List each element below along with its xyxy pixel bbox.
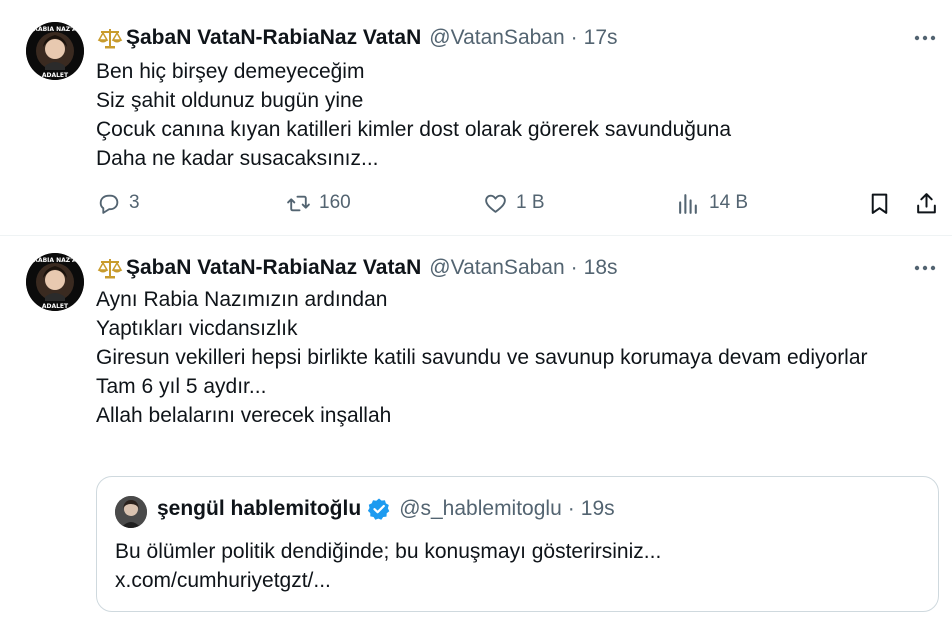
tweet-header: ŞabaN VataN-RabiaNaz VataN @VatanSaban ·… [96,24,922,52]
retweet-button[interactable]: 160 [286,186,351,220]
svg-text:ADALET: ADALET [42,303,69,310]
avatar[interactable] [115,496,147,528]
quoted-tweet-text: Bu ölümler politik dendiğinde; bu konuşm… [115,537,918,595]
bookmark-button[interactable] [867,186,892,220]
user-handle[interactable]: @s_hablemitoglu [399,497,562,521]
tweet-text-line: Aynı Rabia Nazımızın ardından [96,288,388,311]
display-name[interactable]: şengül hablemitoğlu [157,497,361,521]
avatar[interactable]: RABIA NAZ'A ADALET [26,253,84,311]
svg-text:RABIA NAZ'A: RABIA NAZ'A [33,26,77,33]
separator-dot: · [567,497,575,520]
quoted-tweet[interactable]: şengül hablemitoğlu @s_hablemitoglu · 19… [96,476,939,612]
quoted-tweet-line: Bu ölümler politik dendiğinde; bu konuşm… [115,540,662,563]
tweet-text-line: Tam 6 yıl 5 aydır... [96,375,267,398]
svg-text:RABIA NAZ'A: RABIA NAZ'A [33,257,77,264]
tweet[interactable]: RABIA NAZ'A ADALET ŞabaN VataN-RabiaNaz … [0,0,952,236]
share-button[interactable] [914,186,939,220]
views-bar-chart-icon [679,193,697,214]
view-count: 14 B [709,192,749,213]
retweet-count: 160 [319,192,351,213]
reply-count: 3 [129,192,140,213]
scales-of-justice-icon [97,259,123,279]
reply-bubble-icon [99,194,119,214]
share-upload-icon [917,192,936,213]
verified-badge-icon [368,498,390,520]
tweet-text-line: Çocuk canına kıyan katilleri kimler dost… [96,118,731,141]
display-name[interactable]: ŞabaN VataN-RabiaNaz VataN [126,26,421,50]
user-handle[interactable]: @VatanSaban [429,256,564,280]
like-button[interactable]: 1 B [483,186,545,220]
tweet-text-line: Siz şahit oldunuz bugün yine [96,89,364,112]
tweet-text: Aynı Rabia Nazımızın ardından Yaptıkları… [96,285,872,430]
timestamp[interactable]: 18s [584,256,618,280]
quoted-tweet-link[interactable]: x.com/cumhuriyetgzt/... [115,566,918,595]
tweet-text-line: Allah belalarını verecek inşallah [96,404,392,427]
svg-text:ADALET: ADALET [42,72,69,79]
tweet-header: ŞabaN VataN-RabiaNaz VataN @VatanSaban ·… [96,254,922,282]
bookmark-icon [871,193,888,214]
more-options-icon[interactable] [912,25,938,51]
retweet-icon [287,195,310,211]
timeline-feed: RABIA NAZ'A ADALET ŞabaN VataN-RabiaNaz … [0,0,952,634]
reply-button[interactable]: 3 [96,186,140,220]
tweet-text-line: Giresun vekilleri hepsi birlikte katili … [96,346,868,369]
tweet-text: Ben hiç birşey demeyeceğim Siz şahit old… [96,57,922,173]
timestamp[interactable]: 17s [584,26,618,50]
tweet-actions: 3 160 1 B 14 B [96,186,938,220]
separator-dot: · [570,26,578,49]
scales-of-justice-icon [97,29,123,49]
views-button[interactable]: 14 B [676,186,748,220]
tweet-text-line: Ben hiç birşey demeyeceğim [96,60,365,83]
more-options-icon[interactable] [912,255,938,281]
quoted-tweet-header: şengül hablemitoğlu @s_hablemitoglu · 19… [157,497,615,521]
tweet-text-line: Yaptıkları vicdansızlık [96,317,298,340]
like-count: 1 B [516,192,545,213]
separator-dot: · [570,256,578,279]
user-handle[interactable]: @VatanSaban [429,26,564,50]
tweet-text-line: Daha ne kadar susacaksınız... [96,147,379,170]
avatar[interactable]: RABIA NAZ'A ADALET [26,22,84,80]
heart-icon [485,194,506,213]
tweet[interactable]: RABIA NAZ'A ADALET ŞabaN VataN-RabiaNaz … [0,236,952,634]
display-name[interactable]: ŞabaN VataN-RabiaNaz VataN [126,256,421,280]
timestamp[interactable]: 19s [581,497,615,521]
